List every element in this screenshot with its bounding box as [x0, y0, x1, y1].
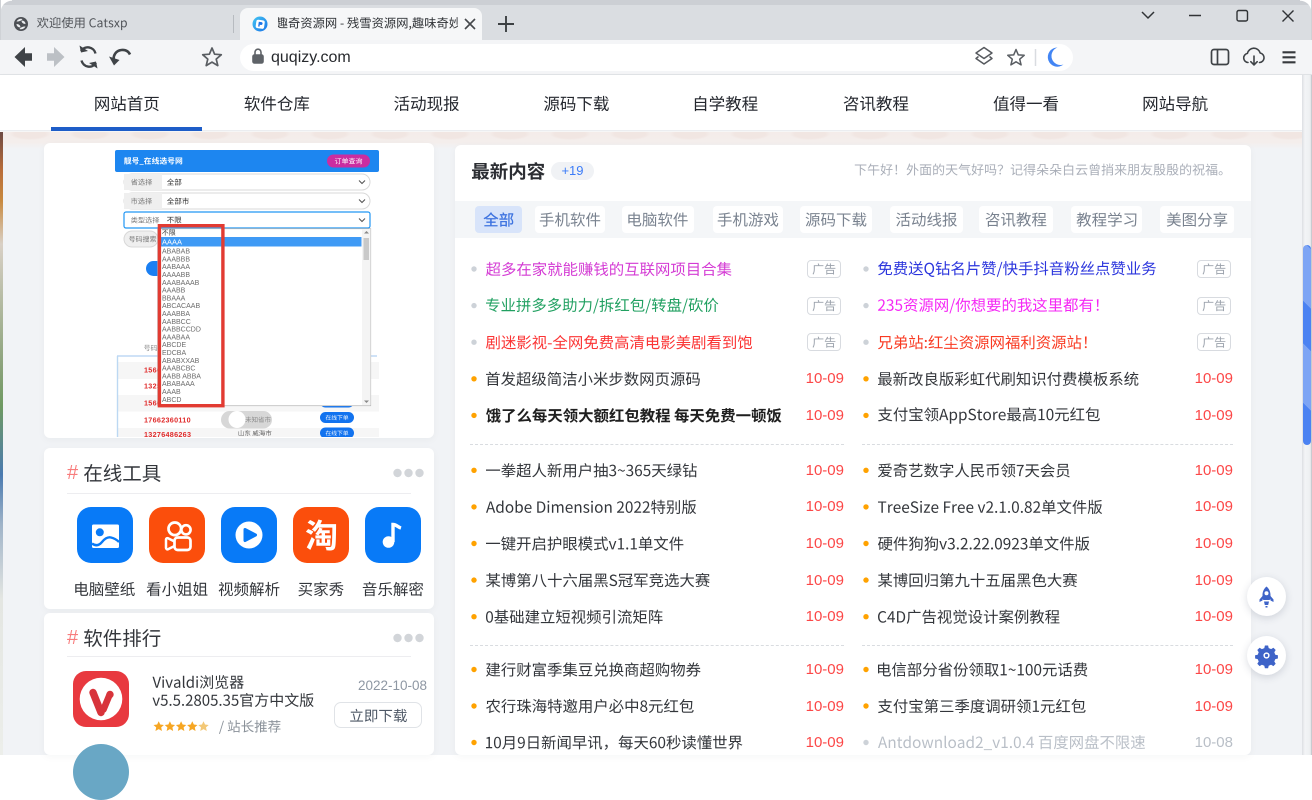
svg-text:13276486263: 13276486263: [144, 430, 191, 437]
svg-text:17662360110: 17662360110: [144, 416, 191, 425]
svg-text:ABABAAA: ABABAAA: [162, 381, 195, 388]
svg-text:EDCBA: EDCBA: [162, 350, 186, 357]
svg-text:AAAABB: AAAABB: [162, 272, 190, 279]
svg-text:AAABB: AAABB: [162, 288, 186, 295]
svg-text:AAABAAAB: AAABAAAB: [162, 280, 200, 287]
svg-text:AAABAA: AAABAA: [162, 334, 190, 341]
svg-text:ABCDE: ABCDE: [162, 342, 186, 349]
svg-text:AAABBB: AAABBB: [162, 256, 190, 263]
svg-text:AAAB: AAAB: [162, 389, 181, 396]
svg-text:AABB ABBA: AABB ABBA: [162, 373, 201, 380]
svg-text:ABABAB: ABABAB: [162, 249, 190, 256]
svg-text:AABAAA: AABAAA: [162, 264, 190, 271]
svg-text:AAABBA: AAABBA: [162, 311, 190, 318]
svg-text:BBAAA: BBAAA: [162, 295, 186, 302]
svg-text:AABBCC: AABBCC: [162, 319, 191, 326]
svg-text:AAABCBC: AAABCBC: [162, 366, 195, 373]
svg-text:ABCD: ABCD: [162, 397, 181, 404]
svg-text:ABCACAAB: ABCACAAB: [162, 303, 200, 310]
svg-text:ABABXXAB: ABABXXAB: [162, 358, 200, 365]
svg-text:AABBCCDD: AABBCCDD: [162, 327, 201, 334]
svg-text:AAAA: AAAA: [162, 238, 182, 247]
